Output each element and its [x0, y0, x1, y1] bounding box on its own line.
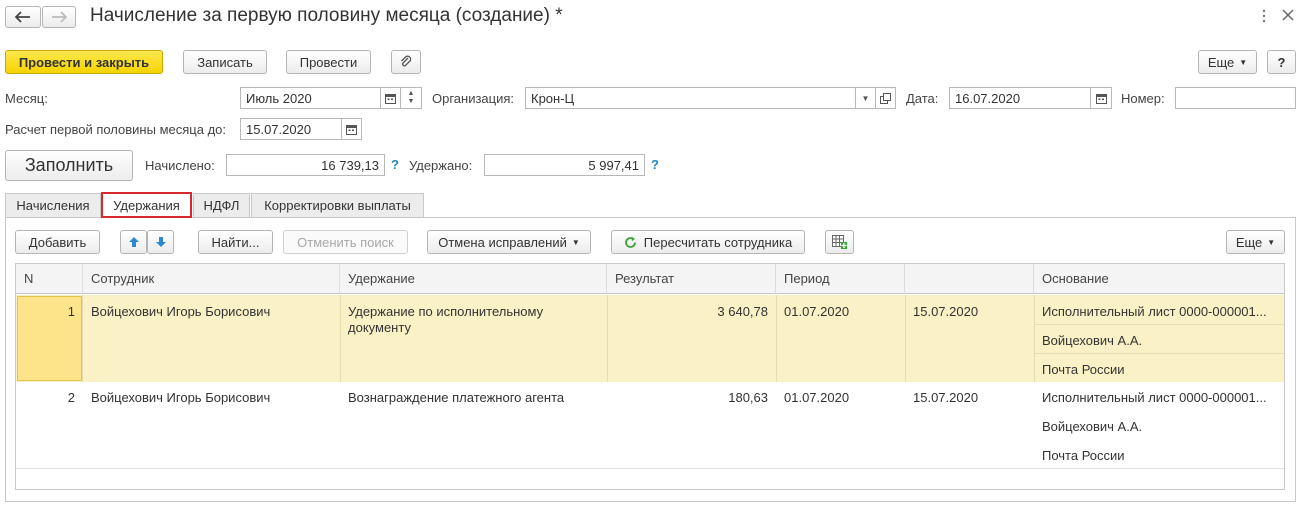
tab-ndfl[interactable]: НДФЛ [193, 193, 250, 217]
basis-payment-method-cell[interactable]: Почта России [1034, 448, 1284, 464]
calc-until-label: Расчет первой половины месяца до: [5, 122, 226, 137]
month-spinner[interactable]: ▲ ▼ [400, 87, 422, 109]
column-header-n[interactable]: N [16, 264, 83, 294]
arrow-left-icon [15, 11, 30, 23]
organization-open-button[interactable] [875, 87, 896, 109]
accrued-label: Начислено: [145, 158, 215, 173]
period-end-cell[interactable]: 15.07.2020 [905, 304, 1034, 320]
more-button[interactable]: Еще ▼ [1198, 50, 1257, 74]
basis-recipient-cell[interactable]: Войцехович А.А. [1034, 419, 1284, 435]
period-start-cell[interactable]: 01.07.2020 [776, 304, 905, 320]
result-cell[interactable]: 180,63 [607, 390, 776, 406]
move-up-button[interactable] [120, 230, 147, 254]
organization-dropdown-button[interactable]: ▼ [855, 87, 876, 109]
fill-button[interactable]: Заполнить [5, 150, 133, 181]
result-cell[interactable]: 3 640,78 [607, 304, 776, 320]
open-icon [880, 92, 891, 104]
calendar-icon [385, 93, 396, 104]
cancel-fixes-button[interactable]: Отмена исправлений ▼ [427, 230, 591, 254]
table-more-label: Еще [1235, 234, 1263, 250]
basis-document-cell[interactable]: Исполнительный лист 0000-000001... [1034, 304, 1284, 320]
spin-up-icon[interactable]: ▲ [408, 90, 415, 98]
date-field[interactable]: 16.07.2020 [949, 87, 1091, 109]
more-vertical-icon[interactable] [1262, 9, 1270, 25]
basis-document-cell[interactable]: Исполнительный лист 0000-000001... [1034, 390, 1284, 406]
month-calendar-button[interactable] [380, 87, 401, 109]
close-icon[interactable] [1282, 9, 1296, 23]
recalc-employee-label: Пересчитать сотрудника [643, 234, 793, 250]
row-number: 1 [67, 304, 75, 319]
employee-cell[interactable]: Войцехович Игорь Борисович [83, 390, 340, 406]
withheld-help-icon[interactable]: ? [651, 157, 659, 172]
column-header-deduction[interactable]: Удержание [340, 264, 607, 294]
withheld-label: Удержано: [409, 158, 473, 173]
tab-deductions[interactable]: Удержания [101, 192, 192, 218]
find-button[interactable]: Найти... [198, 230, 273, 254]
cancel-fixes-label: Отмена исправлений [438, 234, 567, 250]
recalc-employee-button[interactable]: Пересчитать сотрудника [611, 230, 805, 254]
column-header-employee[interactable]: Сотрудник [83, 264, 340, 294]
chevron-down-icon: ▼ [571, 237, 580, 247]
column-header-result[interactable]: Результат [607, 264, 776, 294]
row-number: 2 [67, 390, 75, 405]
chevron-down-icon: ▼ [1267, 237, 1276, 247]
number-field[interactable] [1175, 87, 1296, 109]
column-header-basis[interactable]: Основание [1034, 264, 1284, 294]
add-button[interactable]: Добавить [15, 230, 100, 254]
accrued-value: 16 739,13 [226, 154, 385, 176]
back-button[interactable] [5, 6, 41, 28]
month-field[interactable]: Июль 2020 [240, 87, 381, 109]
column-header-period[interactable]: Период [776, 264, 905, 294]
employee-cell[interactable]: Войцехович Игорь Борисович [83, 304, 340, 320]
paperclip-icon [401, 55, 412, 67]
help-button[interactable]: ? [1267, 50, 1296, 74]
table-settings-button[interactable] [825, 230, 854, 254]
withheld-value: 5 997,41 [484, 154, 645, 176]
table-more-button[interactable]: Еще ▼ [1226, 230, 1285, 254]
basis-payment-method-cell[interactable]: Почта России [1034, 362, 1284, 378]
period-end-cell[interactable]: 15.07.2020 [905, 390, 1034, 406]
basis-recipient-cell[interactable]: Войцехович А.А. [1034, 333, 1284, 349]
calc-until-field[interactable]: 15.07.2020 [240, 118, 342, 140]
column-header-period-end[interactable] [905, 264, 1034, 294]
arrow-down-icon [155, 237, 166, 247]
tab-payment-corrections[interactable]: Корректировки выплаты [251, 193, 424, 217]
calendar-icon [1095, 93, 1107, 104]
calendar-icon [346, 124, 357, 135]
number-label: Номер: [1121, 91, 1165, 106]
calc-until-calendar-button[interactable] [341, 118, 362, 140]
period-start-cell[interactable]: 01.07.2020 [776, 390, 905, 406]
chevron-down-icon: ▼ [861, 93, 870, 103]
post-button[interactable]: Провести [286, 50, 371, 74]
move-down-button[interactable] [147, 230, 174, 254]
month-label: Месяц: [5, 91, 48, 106]
deductions-table: N Сотрудник Удержание Результат Период О… [15, 263, 1285, 490]
save-button[interactable]: Записать [183, 50, 267, 74]
arrow-right-icon [52, 11, 67, 23]
attach-button[interactable] [391, 50, 421, 74]
post-and-close-button[interactable]: Провести и закрыть [5, 50, 163, 74]
forward-button[interactable] [42, 6, 76, 28]
date-label: Дата: [906, 91, 939, 106]
deduction-cell[interactable]: Вознаграждение платежного агента [340, 390, 607, 406]
accrued-help-icon[interactable]: ? [391, 157, 399, 172]
tab-accruals[interactable]: Начисления [5, 193, 101, 217]
window-title: Начисление за первую половину месяца (со… [90, 5, 563, 26]
refresh-icon [624, 236, 636, 248]
table-add-icon [832, 235, 847, 249]
cancel-search-button[interactable]: Отменить поиск [283, 230, 408, 254]
chevron-down-icon: ▼ [1239, 57, 1248, 67]
deduction-cell[interactable]: Удержание по исполнительному документу [340, 304, 585, 336]
organization-field[interactable]: Крон-Ц [525, 87, 856, 109]
organization-label: Организация: [432, 91, 515, 106]
spin-down-icon[interactable]: ▼ [408, 98, 415, 106]
date-calendar-button[interactable] [1090, 87, 1112, 109]
more-label: Еще [1207, 54, 1235, 70]
arrow-up-icon [128, 237, 139, 247]
